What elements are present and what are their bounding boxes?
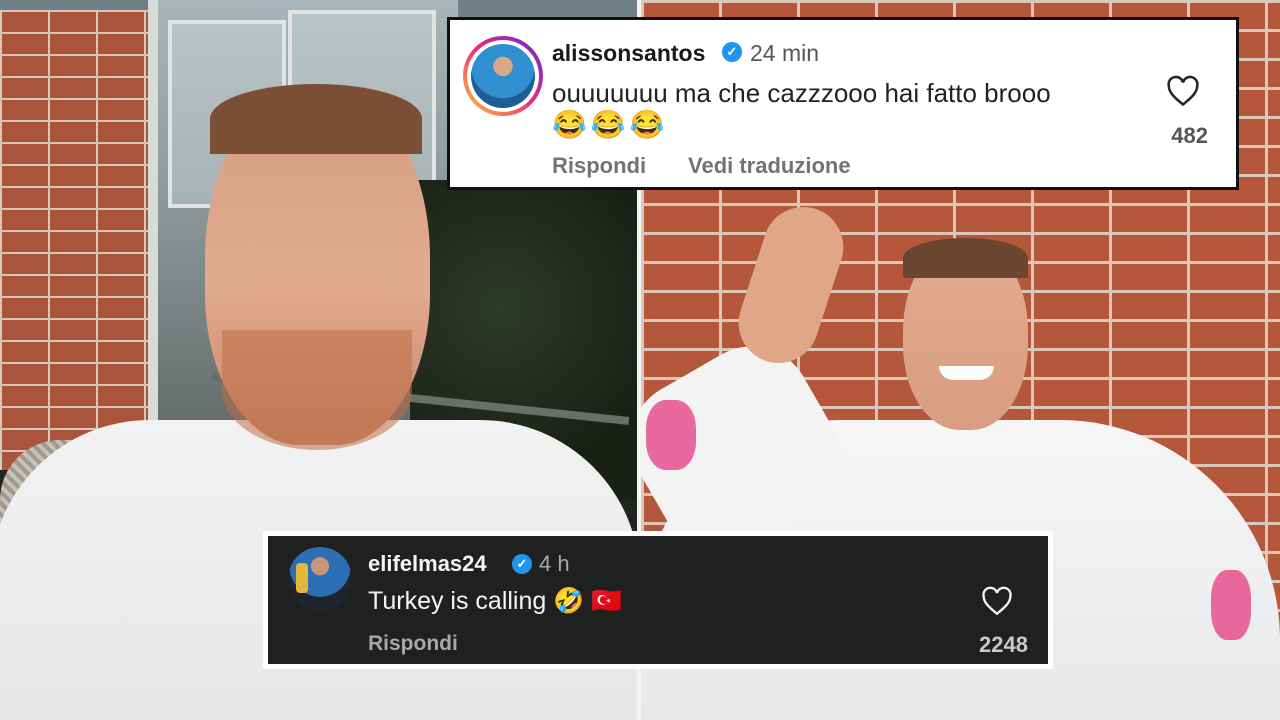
verified-badge-icon: ✓	[722, 42, 742, 62]
comment-text: ouuuuuuu ma che cazzzooo hai fatto brooo	[552, 78, 1051, 108]
heart-outline-icon[interactable]	[981, 586, 1013, 616]
comment-timestamp: 4 h	[539, 551, 570, 576]
person-beard	[222, 330, 412, 450]
shirt-print	[646, 400, 696, 470]
brick-wall-background	[0, 10, 148, 470]
comment-emojis: 😂😂😂	[552, 109, 669, 140]
heart-outline-icon[interactable]	[1166, 75, 1200, 107]
reply-button[interactable]: Rispondi	[552, 153, 646, 179]
avatar[interactable]	[288, 547, 352, 611]
trophy-icon	[296, 563, 308, 593]
reply-button[interactable]: Rispondi	[368, 632, 458, 656]
comment-card: elifelmas24 ✓ 4 h Turkey is calling 🤣 🇹🇷…	[263, 531, 1053, 669]
comment-timestamp: 24 min	[750, 40, 820, 66]
like-count: 482	[1171, 123, 1208, 148]
comment-text: Turkey is calling 🤣 🇹🇷	[368, 587, 623, 615]
comment-username[interactable]: elifelmas24	[368, 551, 487, 577]
person-hair	[210, 84, 422, 154]
comment-username[interactable]: alissonsantos	[552, 40, 705, 67]
shirt-print	[1211, 570, 1251, 640]
person-smile	[939, 366, 994, 380]
see-translation-button[interactable]: Vedi traduzione	[688, 153, 851, 179]
like-count: 2248	[979, 632, 1028, 657]
avatar-image	[471, 44, 535, 108]
comment-card: alissonsantos ✓ 24 min ouuuuuuu ma che c…	[447, 17, 1239, 190]
person-hair	[903, 238, 1028, 278]
avatar[interactable]	[463, 36, 543, 116]
verified-badge-icon: ✓	[512, 554, 532, 574]
